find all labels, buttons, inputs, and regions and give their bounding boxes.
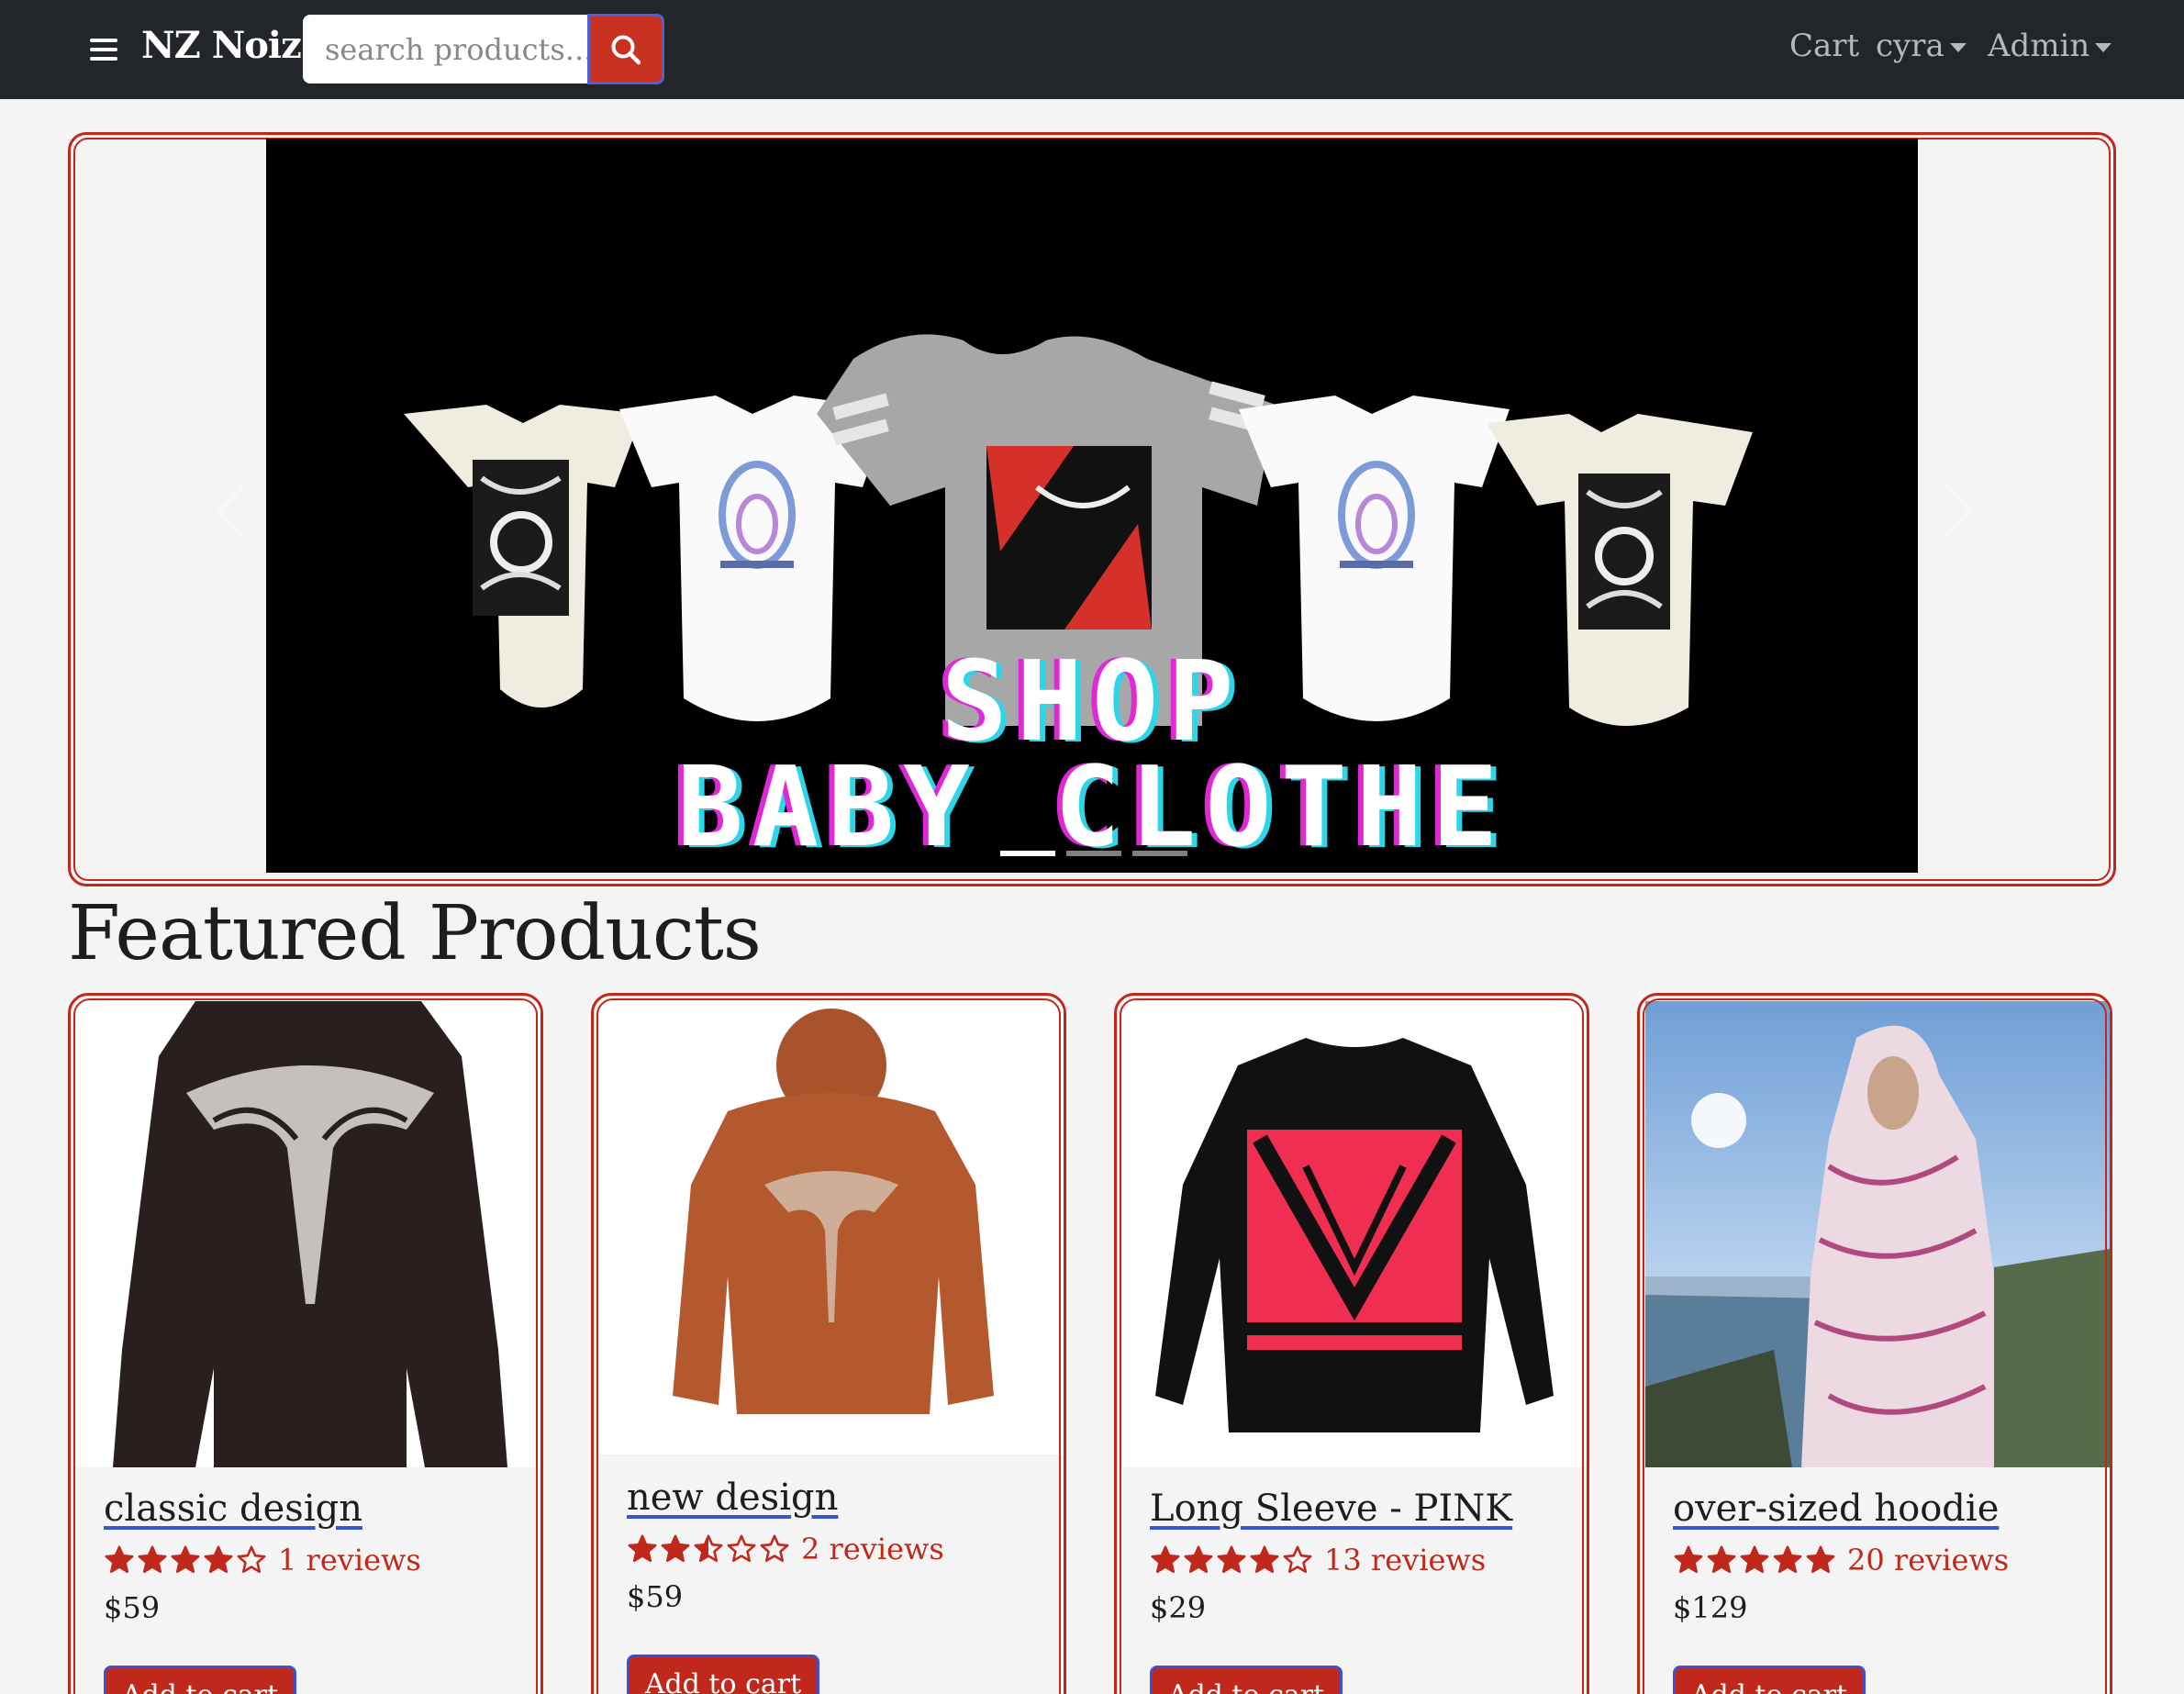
add-to-cart-button[interactable]: Add to cart xyxy=(1150,1666,1343,1694)
brand-logo[interactable]: NZ Noiz xyxy=(141,24,302,67)
product-rating: 13 reviews xyxy=(1150,1543,1486,1577)
star-full-icon xyxy=(628,1534,657,1563)
star-full-icon xyxy=(1151,1545,1180,1574)
hero-carousel: SHOP BABY CLOTHE xyxy=(68,132,2116,886)
star-empty-icon xyxy=(1283,1545,1312,1574)
carousel-slide[interactable]: SHOP BABY CLOTHE xyxy=(266,139,1918,873)
product-title[interactable]: new design xyxy=(627,1477,838,1519)
product-title[interactable]: classic design xyxy=(104,1488,362,1530)
star-full-icon xyxy=(105,1545,134,1574)
carousel-indicator-2[interactable] xyxy=(1066,851,1121,856)
cart-link[interactable]: Cart xyxy=(1789,28,1859,64)
review-count: 20 reviews xyxy=(1847,1543,2010,1577)
add-to-cart-button[interactable]: Add to cart xyxy=(627,1655,819,1694)
product-price: $59 xyxy=(627,1579,684,1614)
product-price: $129 xyxy=(1673,1590,1748,1625)
product-title[interactable]: over-sized hoodie xyxy=(1673,1488,1999,1530)
product-image[interactable] xyxy=(1645,1001,2110,1467)
caret-down-icon xyxy=(1949,43,1967,52)
user-dropdown-label: cyra xyxy=(1876,28,1944,64)
product-price: $29 xyxy=(1150,1590,1207,1625)
star-empty-icon xyxy=(727,1534,756,1563)
product-title[interactable]: Long Sleeve - PINK xyxy=(1150,1488,1512,1530)
product-card: classic design 1 reviews $59 Add to cart xyxy=(68,993,543,1694)
review-count: 1 reviews xyxy=(278,1543,421,1577)
product-image[interactable] xyxy=(1122,1001,1587,1467)
product-image[interactable] xyxy=(76,1001,540,1467)
add-to-cart-button[interactable]: Add to cart xyxy=(1673,1666,1866,1694)
review-count: 13 reviews xyxy=(1324,1543,1487,1577)
carousel-indicator-1[interactable] xyxy=(1000,851,1055,856)
star-full-icon xyxy=(1740,1545,1769,1574)
carousel-prev-button[interactable] xyxy=(208,474,254,548)
star-rating xyxy=(1673,1544,1836,1576)
chevron-right-icon xyxy=(1944,484,1973,539)
star-full-icon xyxy=(1184,1545,1213,1574)
menu-icon[interactable] xyxy=(90,39,117,61)
star-empty-icon xyxy=(760,1534,789,1563)
chevron-left-icon xyxy=(217,484,245,539)
star-full-icon xyxy=(1250,1545,1279,1574)
star-full-icon xyxy=(1707,1545,1736,1574)
carousel-indicator-3[interactable] xyxy=(1132,851,1187,856)
product-rating: 1 reviews xyxy=(104,1543,421,1577)
oversized-hoodie-photo xyxy=(1645,1001,2110,1467)
admin-dropdown-label: Admin xyxy=(1988,28,2090,64)
review-count: 2 reviews xyxy=(801,1532,944,1566)
product-card: new design 2 reviews $59 Add to cart xyxy=(591,993,1066,1694)
star-full-icon xyxy=(171,1545,200,1574)
product-price: $59 xyxy=(104,1590,161,1625)
search-icon xyxy=(611,35,641,64)
star-full-icon xyxy=(138,1545,167,1574)
hoodie-image xyxy=(76,1001,540,1467)
star-rating xyxy=(1150,1544,1313,1576)
star-full-icon xyxy=(1674,1545,1703,1574)
search-input[interactable] xyxy=(303,15,589,84)
star-full-icon xyxy=(1217,1545,1246,1574)
product-card: over-sized hoodie 20 reviews $129 Add to… xyxy=(1637,993,2112,1694)
long-sleeve-image xyxy=(1122,1001,1587,1467)
star-full-icon xyxy=(1773,1545,1802,1574)
product-card: Long Sleeve - PINK 13 reviews $29 Add to… xyxy=(1114,993,1589,1694)
caret-down-icon xyxy=(2095,43,2112,52)
add-to-cart-button[interactable]: Add to cart xyxy=(104,1666,296,1694)
product-image[interactable] xyxy=(599,1001,1064,1454)
top-navbar: NZ Noiz Cart cyra Admin xyxy=(0,0,2184,99)
star-full-icon xyxy=(661,1534,690,1563)
product-rating: 2 reviews xyxy=(627,1532,944,1566)
admin-dropdown[interactable]: Admin xyxy=(1988,28,2112,64)
star-empty-icon xyxy=(237,1545,266,1574)
star-rating xyxy=(627,1533,790,1565)
search-button[interactable] xyxy=(587,14,664,84)
star-half-icon xyxy=(694,1534,723,1563)
product-rating: 20 reviews xyxy=(1673,1543,2009,1577)
hoodie-image xyxy=(599,1001,1064,1454)
star-rating xyxy=(104,1544,267,1576)
featured-products-heading: Featured Products xyxy=(68,890,762,977)
user-dropdown[interactable]: cyra xyxy=(1876,28,1967,64)
carousel-next-button[interactable] xyxy=(1935,474,1981,548)
star-full-icon xyxy=(204,1545,233,1574)
star-full-icon xyxy=(1806,1545,1835,1574)
